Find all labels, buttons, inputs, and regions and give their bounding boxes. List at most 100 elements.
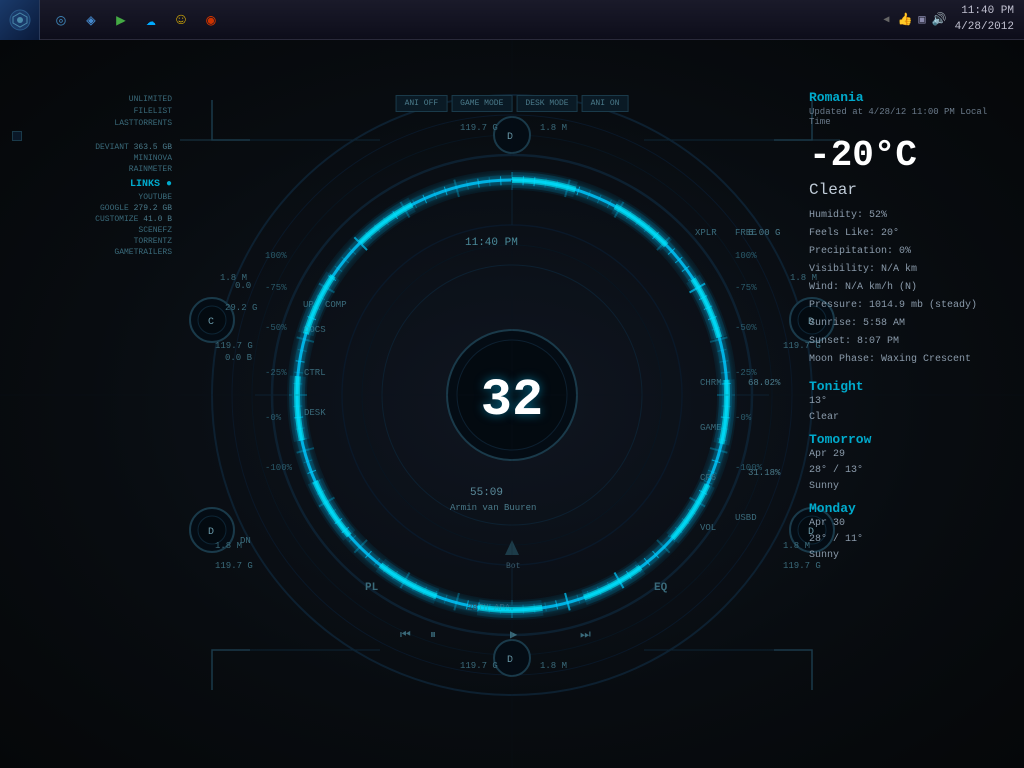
weather-moon: Moon Phase: Waxing Crescent [809, 351, 1009, 369]
start-button[interactable] [0, 0, 40, 40]
taskbar-icon-media[interactable]: ◈ [80, 9, 102, 31]
weather-details: Humidity: 52% Feels Like: 20° Precipitat… [809, 207, 1009, 369]
forecast-monday-condition: Sunny [809, 548, 1009, 564]
clock-date: 4/28/2012 [955, 20, 1014, 35]
svg-text:⏸: ⏸ [430, 628, 436, 642]
svg-text:Bot: Bot [506, 562, 520, 571]
svg-text:0.0 B: 0.0 B [225, 353, 253, 363]
svg-text:119.7 G: 119.7 G [460, 661, 498, 671]
svg-text:11:40 PM: 11:40 PM [465, 237, 518, 249]
svg-text:-75%: -75% [735, 283, 757, 293]
svg-text:COMP: COMP [325, 300, 347, 310]
svg-text:119.7 G: 119.7 G [215, 561, 253, 571]
svg-text:C: C [208, 317, 214, 328]
left-sidebar: UNLIMITED FILELIST LASTTORRENTS DEVIANT … [12, 95, 172, 259]
svg-text:Armin van Buuren: Armin van Buuren [450, 503, 536, 513]
svg-text:1.8 M: 1.8 M [220, 273, 247, 283]
svg-text:CF6: CF6 [700, 473, 716, 483]
tray-expand-arrow[interactable]: ◀ [883, 14, 889, 26]
svg-text:119.7 G: 119.7 G [215, 341, 253, 351]
left-stat-scenefz[interactable]: SCENEFZ [12, 226, 172, 235]
svg-text:CHRM: CHRM [700, 378, 722, 388]
forecast-tomorrow-label: Tomorrow [809, 432, 1009, 447]
tray-icon-display[interactable]: ▣ [918, 12, 925, 27]
weather-updated: Updated at 4/28/12 11:00 PM Local Time [809, 107, 1009, 127]
taskbar-icon-emoji[interactable]: ☺ [170, 9, 192, 31]
left-icon-box [12, 131, 22, 141]
svg-text:GAME: GAME [700, 423, 722, 433]
weather-precipitation: Precipitation: 0% [809, 243, 1009, 261]
svg-text:55:09: 55:09 [470, 487, 503, 499]
forecast-section: Tonight 13° Clear Tomorrow Apr 29 28° / … [809, 379, 1009, 564]
weather-humidity: Humidity: 52% [809, 207, 1009, 225]
left-stat-deviant: DEVIANT 363.5 GB [12, 143, 172, 152]
clock-display: 11:40 PM 4/28/2012 [955, 4, 1014, 35]
forecast-monday: Monday Apr 30 28° / 11° Sunny [809, 501, 1009, 564]
svg-text:DESK: DESK [304, 408, 326, 418]
left-stat-filelist: FILELIST [12, 107, 172, 116]
forecast-tonight: Tonight 13° Clear [809, 379, 1009, 426]
forecast-tomorrow-temp: 28° / 13° [809, 463, 1009, 479]
left-stat-gametrailers[interactable]: GAMETRAILERS [12, 248, 172, 257]
svg-text:119.7 G: 119.7 G [460, 123, 498, 133]
left-stat-torrentz[interactable]: TORRENTZ [12, 237, 172, 246]
svg-text:⏮: ⏮ [400, 628, 411, 642]
taskbar-icon-firefox[interactable]: ◎ [50, 9, 72, 31]
svg-text:1.8 M: 1.8 M [783, 541, 810, 551]
svg-text:1.8 M: 1.8 M [215, 541, 242, 551]
svg-text:-100%: -100% [735, 463, 763, 473]
svg-text:-25%: -25% [265, 368, 287, 378]
system-tray: ◀ 👍 ▣ 🔊 11:40 PM 4/28/2012 [883, 4, 1024, 35]
svg-text:DOCS: DOCS [304, 325, 326, 335]
tray-icons: 👍 ▣ 🔊 [897, 12, 946, 27]
taskbar-icon-winamp[interactable]: ▶ [110, 9, 132, 31]
svg-text:D: D [507, 655, 513, 666]
svg-text:-50%: -50% [265, 323, 287, 333]
center-number-display: 32 [481, 375, 543, 427]
ani-off-button[interactable]: ANI OFF [396, 95, 448, 112]
svg-text:28TH APA: 28TH APA [467, 603, 511, 613]
game-mode-button[interactable]: GAME MODE [451, 95, 512, 112]
top-buttons-row: ANI OFF GAME MODE DESK MODE ANI ON [396, 95, 629, 112]
weather-condition: Clear [809, 181, 1009, 199]
weather-location: Romania [809, 90, 1009, 105]
svg-text:100%: 100% [735, 251, 757, 261]
left-stat-youtube[interactable]: YOUTUBE [12, 193, 172, 202]
svg-text:-25%: -25% [735, 368, 757, 378]
svg-text:XPLR: XPLR [695, 228, 717, 238]
svg-text:CTRL: CTRL [304, 368, 326, 378]
forecast-tonight-temp: 13° [809, 394, 1009, 410]
svg-text:-100%: -100% [265, 463, 293, 473]
main-area: C D D D D D [0, 40, 1024, 768]
left-stat-unlimited: UNLIMITED [12, 95, 172, 104]
svg-text:29.2 G: 29.2 G [225, 303, 257, 313]
forecast-tonight-label: Tonight [809, 379, 1009, 394]
forecast-monday-date: Apr 30 [809, 516, 1009, 532]
left-stat-google[interactable]: GOOGLE 279.2 GB [12, 204, 172, 213]
weather-sunrise: Sunrise: 5:58 AM [809, 315, 1009, 333]
taskbar-icon-app[interactable]: ◉ [200, 9, 222, 31]
svg-text:VOL: VOL [700, 523, 716, 533]
taskbar-icon-skype[interactable]: ☁ [140, 9, 162, 31]
left-links-label: LINKS ● [12, 179, 172, 190]
weather-visibility: Visibility: N/A km [809, 261, 1009, 279]
weather-temperature: -20°C [809, 135, 1009, 176]
weather-feels-like: Feels Like: 20° [809, 225, 1009, 243]
svg-text:FREE: FREE [735, 228, 757, 238]
tray-icon-volume[interactable]: 🔊 [932, 12, 947, 27]
svg-text:-0%: -0% [735, 413, 752, 423]
ani-on-button[interactable]: ANI ON [582, 95, 629, 112]
svg-text:1.8 M: 1.8 M [540, 123, 567, 133]
desk-mode-button[interactable]: DESK MODE [516, 95, 577, 112]
svg-text:-75%: -75% [265, 283, 287, 293]
svg-text:DN: DN [240, 536, 251, 546]
svg-text:0.0: 0.0 [235, 281, 251, 291]
svg-text:-0%: -0% [265, 413, 282, 423]
svg-text:EQ: EQ [654, 582, 668, 594]
left-stat-rainmeter: RAINMETER [12, 165, 172, 174]
taskbar-icons: ◎ ◈ ▶ ☁ ☺ ◉ [40, 9, 232, 31]
svg-text:D: D [507, 132, 513, 143]
tray-icon-thumb[interactable]: 👍 [897, 12, 912, 27]
weather-wind: Wind: N/A km/h (N) [809, 279, 1009, 297]
left-stat-customize[interactable]: CUSTOMIZE 41.0 B [12, 215, 172, 224]
